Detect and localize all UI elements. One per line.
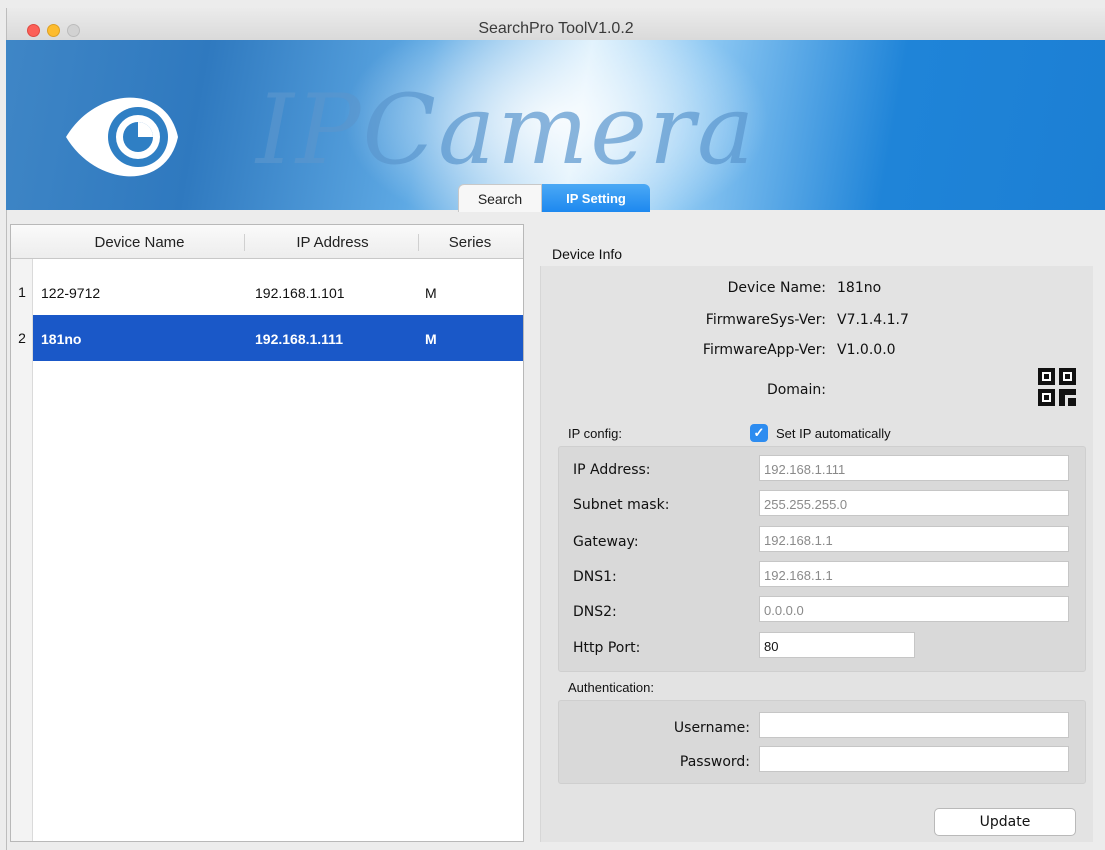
dns2-label: DNS2: — [573, 604, 617, 620]
password-label: Password: — [679, 754, 750, 770]
tab-search[interactable]: Search — [458, 184, 542, 212]
table-row-selected[interactable]: 2 181no 192.168.1.111 M — [11, 315, 523, 361]
gateway-field[interactable]: 192.168.1.1 — [759, 526, 1069, 552]
device-name-label: Device Name: — [727, 280, 826, 296]
ip-address-label: IP Address: — [573, 462, 651, 478]
firmware-sys-value: V7.1.4.1.7 — [837, 312, 909, 328]
device-name-value: 181no — [837, 280, 882, 296]
firmware-app-label: FirmwareApp-Ver: — [702, 342, 826, 358]
ip-config-label: IP config: — [568, 426, 622, 441]
eye-logo-icon — [66, 97, 178, 177]
username-field[interactable] — [759, 712, 1069, 738]
cell-device-name: 181no — [41, 331, 82, 347]
cell-series: M — [425, 331, 437, 347]
table-row[interactable]: 1 122-9712 192.168.1.101 M — [11, 269, 523, 315]
cell-device-name: 122-9712 — [41, 285, 101, 301]
authentication-label: Authentication: — [568, 680, 655, 695]
row-number: 1 — [18, 284, 26, 300]
table-header: Device Name IP Address Series — [11, 225, 523, 259]
username-label: Username: — [673, 720, 750, 736]
dns1-field[interactable]: 192.168.1.1 — [759, 561, 1069, 587]
cell-ip-address: 192.168.1.111 — [255, 331, 343, 347]
password-field[interactable] — [759, 746, 1069, 772]
qr-code-icon[interactable] — [1038, 368, 1076, 408]
set-ip-automatically-label[interactable]: Set IP automatically — [776, 426, 891, 441]
column-header-ip-address[interactable]: IP Address — [247, 234, 419, 251]
http-port-field[interactable]: 80 — [759, 632, 915, 658]
cell-series: M — [425, 285, 437, 301]
device-table[interactable]: Device Name IP Address Series 1 122-9712… — [10, 224, 524, 842]
column-header-series[interactable]: Series — [421, 234, 519, 251]
update-button[interactable]: Update — [934, 808, 1076, 836]
dns2-field[interactable]: 0.0.0.0 — [759, 596, 1069, 622]
dns1-label: DNS1: — [573, 569, 617, 585]
row-number: 2 — [18, 330, 26, 346]
firmware-sys-label: FirmwareSys-Ver: — [705, 312, 826, 328]
subnet-mask-field[interactable]: 255.255.255.0 — [759, 490, 1069, 516]
column-header-device-name[interactable]: Device Name — [35, 234, 245, 251]
ip-address-field[interactable]: 192.168.1.111 — [759, 455, 1069, 481]
firmware-app-value: V1.0.0.0 — [837, 342, 896, 358]
device-name-row: Device Name: 181no — [560, 280, 1090, 300]
brand-text: IPCamera — [256, 74, 757, 186]
domain-row: Domain: — [560, 382, 1090, 402]
gateway-label: Gateway: — [573, 534, 639, 550]
set-ip-automatically-checkbox[interactable]: ✓ — [750, 424, 768, 442]
tab-ip-setting[interactable]: IP Setting — [542, 184, 650, 212]
domain-label: Domain: — [766, 382, 826, 398]
firmware-app-row: FirmwareApp-Ver: V1.0.0.0 — [560, 342, 1090, 362]
device-info-header: Device Info — [552, 246, 623, 262]
firmware-sys-row: FirmwareSys-Ver: V7.1.4.1.7 — [560, 312, 1090, 332]
cell-ip-address: 192.168.1.101 — [255, 285, 345, 301]
http-port-label: Http Port: — [573, 640, 641, 656]
subnet-mask-label: Subnet mask: — [573, 497, 670, 513]
window-title: SearchPro ToolV1.0.2 — [478, 20, 634, 37]
